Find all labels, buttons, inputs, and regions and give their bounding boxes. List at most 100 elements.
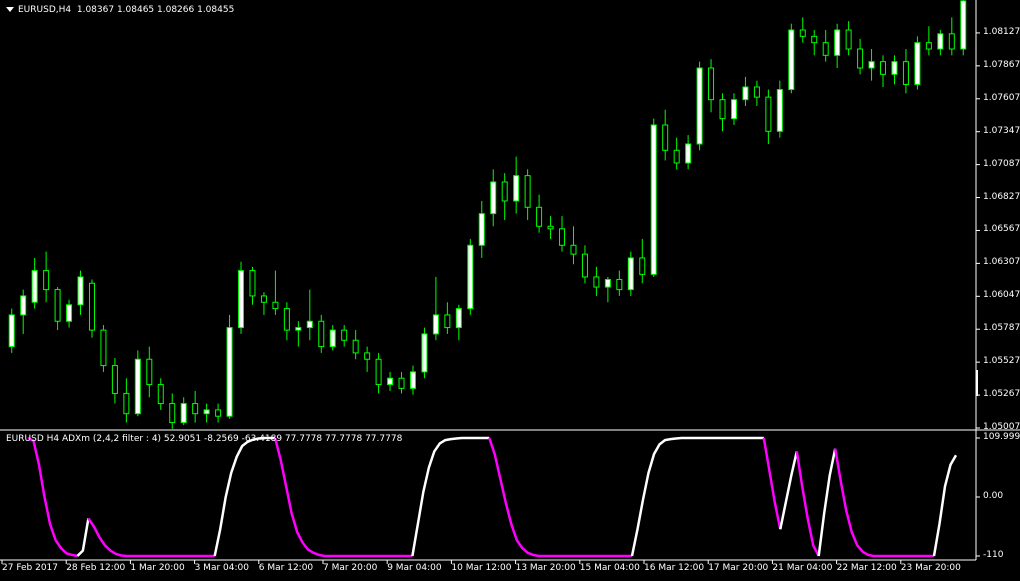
bear-candle (283, 308, 290, 331)
bear-candle (662, 124, 669, 151)
price-level-label: 1.05787 (983, 323, 1020, 334)
bull-candle (432, 314, 439, 335)
indicator-level-label: 109.9998 (983, 432, 1020, 442)
bear-candle (318, 320, 325, 348)
bear-candle (111, 365, 118, 394)
bull-candle (66, 304, 73, 322)
bull-candle (513, 175, 520, 202)
bear-candle (100, 329, 107, 367)
bear-candle (444, 314, 451, 329)
bear-candle (811, 35, 818, 44)
adxm-line-up (411, 436, 490, 557)
bear-candle (559, 228, 566, 246)
bull-candle (742, 86, 749, 101)
time-label: 3 Mar 04:00 (194, 563, 249, 573)
bear-candle (352, 339, 359, 354)
bear-candle (581, 253, 588, 278)
bear-candle (341, 329, 348, 341)
adxm-line-up (630, 436, 764, 557)
time-label: 1 Mar 20:00 (130, 563, 185, 573)
bear-candle (708, 67, 715, 101)
symbol-label: EURUSD,H4 (18, 5, 72, 15)
bear-candle (192, 403, 199, 415)
bear-candle (398, 377, 405, 389)
time-label: 16 Mar 12:00 (644, 563, 705, 573)
bull-candle (409, 371, 416, 389)
adxm-line-down (833, 448, 934, 558)
time-label: 7 Mar 20:00 (323, 563, 378, 573)
axis-ticks (1, 32, 980, 564)
bull-candle (730, 99, 737, 120)
price-level-label: 1.07087 (983, 158, 1020, 169)
adxm-line-up (76, 518, 90, 557)
bear-candle (673, 149, 680, 164)
adxm-line-down (488, 437, 632, 558)
time-label: 17 Mar 20:00 (708, 563, 769, 573)
chart-shift-marker[interactable] (976, 370, 978, 396)
bull-candle (20, 295, 27, 316)
bear-candle (616, 278, 623, 291)
bull-candle (650, 124, 657, 275)
indicator-level-label: -110 (983, 550, 1004, 560)
bear-candle (902, 61, 909, 85)
indicator-pane-header: EURUSD H4 ADXm (2,4,2 filter : 4) 52.905… (6, 434, 403, 444)
chart-window[interactable]: EURUSD,H4 1.08367 1.08465 1.08266 1.0845… (0, 0, 1020, 581)
indicator-level-label: 0.00 (983, 490, 1004, 501)
bull-candle (31, 270, 38, 303)
time-label: 9 Mar 04:00 (387, 563, 442, 573)
bear-candle (536, 206, 543, 227)
bear-candle (857, 48, 864, 69)
symbol-menu-arrow-icon[interactable] (6, 7, 14, 12)
bear-candle (123, 392, 130, 415)
bear-candle (765, 96, 772, 132)
bull-candle (937, 33, 944, 50)
bear-candle (799, 29, 806, 37)
price-level-label: 1.05267 (983, 389, 1020, 400)
adxm-line-down (795, 451, 820, 557)
bull-candle (203, 409, 210, 415)
bull-candle (8, 314, 15, 348)
adxm-line-up (817, 448, 837, 557)
time-label: 28 Feb 12:00 (66, 563, 126, 573)
price-level-label: 1.05527 (983, 356, 1020, 367)
bear-candle (501, 181, 508, 202)
bear-candle (570, 244, 577, 255)
bear-candle (272, 301, 279, 310)
bear-candle (948, 33, 955, 50)
time-label: 21 Mar 04:00 (772, 563, 833, 573)
time-label: 23 Mar 20:00 (900, 563, 961, 573)
bull-candle (306, 320, 313, 329)
time-label: 27 Feb 2017 (2, 563, 59, 573)
adxm-line-up (213, 436, 276, 557)
bull-candle (226, 327, 233, 417)
ohlc-values: 1.08367 1.08465 1.08266 1.08455 (76, 5, 235, 15)
bear-candle (375, 358, 382, 386)
main-pane-header: EURUSD,H4 1.08367 1.08465 1.08266 1.0845… (6, 5, 234, 15)
price-level-label: 1.06827 (983, 191, 1020, 202)
adxm-line-up (779, 451, 799, 530)
bull-candle (685, 143, 692, 164)
bull-candle (387, 377, 394, 386)
chart-canvas[interactable] (0, 0, 1020, 581)
chart-frame (0, 0, 1020, 561)
bear-candle (249, 270, 256, 297)
bear-candle (880, 61, 887, 75)
adxm-line-down (273, 437, 413, 558)
bear-candle (822, 42, 829, 56)
price-level-label: 1.07347 (983, 125, 1020, 136)
bull-candle (627, 257, 634, 291)
bull-candle (329, 329, 336, 348)
bear-candle (845, 29, 852, 50)
bull-candle (604, 278, 611, 288)
price-level-label: 1.08127 (983, 26, 1020, 37)
bear-candle (146, 358, 153, 386)
bull-candle (696, 67, 703, 145)
price-level-label: 1.06567 (983, 224, 1020, 235)
time-label: 10 Mar 12:00 (451, 563, 512, 573)
bull-candle (891, 61, 898, 75)
price-level-label: 1.05007 (983, 422, 1020, 432)
bull-candle (134, 358, 141, 415)
adxm-line-down (87, 517, 215, 558)
bear-candle (54, 289, 61, 322)
bear-candle (524, 175, 531, 208)
